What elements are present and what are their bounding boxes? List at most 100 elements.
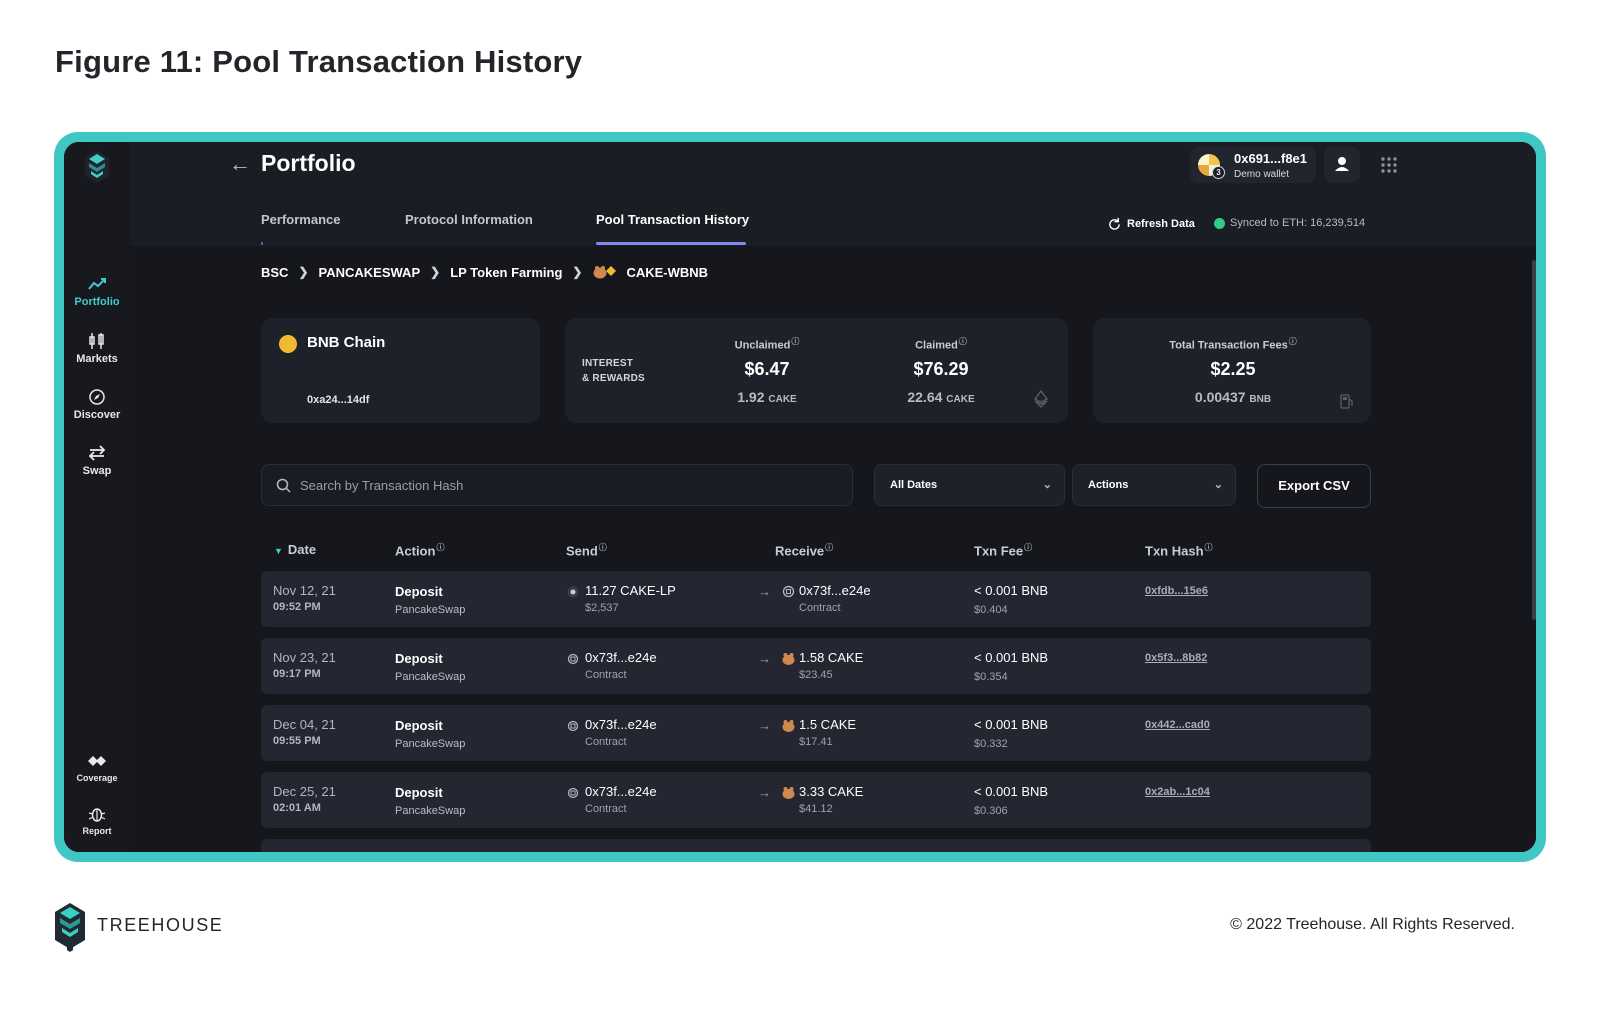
- row-receive-sub: $23.45: [799, 669, 833, 681]
- contract-icon: [567, 720, 579, 732]
- info-icon[interactable]: ⓘ: [1205, 543, 1213, 552]
- treehouse-logo-icon[interactable]: [83, 150, 111, 184]
- tab-performance[interactable]: Performance: [261, 212, 340, 227]
- actions-dropdown[interactable]: Actions ⌄: [1072, 464, 1236, 506]
- row-send: 11.27 CAKE-LP: [585, 583, 676, 598]
- sidebar-item-coverage[interactable]: Coverage: [64, 752, 130, 783]
- column-header-txn-hash[interactable]: Txn Hashⓘ: [1145, 542, 1213, 558]
- info-icon[interactable]: ⓘ: [436, 543, 444, 552]
- row-txn-hash-link[interactable]: 0x5f3...8b82: [1145, 652, 1207, 664]
- refresh-label: Refresh Data: [1127, 217, 1195, 230]
- lp-token-icon: [567, 586, 579, 598]
- sidebar: Portfolio Markets Discover Swap Coverage…: [64, 142, 130, 852]
- chevron-right-icon: ❯: [430, 265, 441, 279]
- column-header-action[interactable]: Actionⓘ: [395, 542, 444, 558]
- breadcrumb: BSC ❯ PANCAKESWAP ❯ LP Token Farming ❯ C…: [261, 264, 708, 280]
- apps-grid-button[interactable]: [1374, 150, 1404, 180]
- scrollbar[interactable]: [1532, 260, 1536, 620]
- breadcrumb-item-lp-token-farming[interactable]: LP Token Farming: [450, 265, 562, 280]
- sidebar-item-markets[interactable]: Markets: [64, 332, 130, 365]
- export-csv-button[interactable]: Export CSV: [1257, 464, 1371, 508]
- table-row-partial[interactable]: [261, 839, 1371, 852]
- row-send: 0x73f...e24e: [585, 717, 657, 732]
- info-icon[interactable]: ⓘ: [959, 337, 967, 346]
- row-send-sub: $2,537: [585, 602, 619, 614]
- info-icon[interactable]: ⓘ: [599, 543, 607, 552]
- app-window: Portfolio Markets Discover Swap Coverage…: [64, 142, 1536, 852]
- claimed-amount: 22.64 CAKE: [907, 389, 975, 405]
- tab-protocol-information[interactable]: Protocol Information: [405, 212, 533, 227]
- back-arrow-icon[interactable]: ←: [229, 151, 251, 177]
- user-profile-button[interactable]: [1324, 147, 1360, 183]
- row-receive: 3.33 CAKE: [799, 784, 864, 799]
- arrow-right-icon: →: [758, 651, 771, 666]
- row-txn-hash-link[interactable]: 0x442...cad0: [1145, 719, 1210, 731]
- dates-dropdown[interactable]: All Dates ⌄: [874, 464, 1065, 506]
- breadcrumb-item-pancakeswap[interactable]: PANCAKESWAP: [319, 265, 421, 280]
- info-icon[interactable]: ⓘ: [825, 543, 833, 552]
- unclaimed-amount: 1.92 CAKE: [737, 389, 797, 405]
- sidebar-item-discover[interactable]: Discover: [64, 388, 130, 421]
- chevron-right-icon: ❯: [298, 265, 309, 279]
- arrow-right-icon: →: [758, 718, 771, 733]
- interest-label: INTEREST: [582, 358, 634, 369]
- chevron-right-icon: ❯: [572, 265, 583, 279]
- cake-icon: [782, 787, 795, 799]
- tab-pool-transaction-history[interactable]: Pool Transaction History: [596, 212, 749, 227]
- breadcrumb-item-bsc[interactable]: BSC: [261, 265, 288, 280]
- search-input[interactable]: [300, 465, 840, 505]
- contract-icon: [567, 653, 579, 665]
- sidebar-item-label: Report: [82, 826, 112, 836]
- row-fee-usd: $0.306: [974, 805, 1008, 817]
- row-txn-hash-link[interactable]: 0x2ab...1c04: [1145, 786, 1210, 798]
- swap-arrows-icon: [88, 445, 106, 461]
- app-frame: Portfolio Markets Discover Swap Coverage…: [54, 132, 1546, 862]
- sidebar-item-swap[interactable]: Swap: [64, 444, 130, 477]
- column-header-send[interactable]: Sendⓘ: [566, 542, 607, 558]
- info-icon[interactable]: ⓘ: [791, 337, 799, 346]
- table-row[interactable]: Dec 25, 21 02:01 AM Deposit PancakeSwap …: [261, 772, 1371, 828]
- column-header-txn-fee[interactable]: Txn Feeⓘ: [974, 542, 1032, 558]
- row-date: Dec 25, 21: [273, 784, 336, 799]
- info-icon[interactable]: ⓘ: [1289, 337, 1297, 346]
- row-fee: < 0.001 BNB: [974, 650, 1049, 665]
- page-title: Portfolio: [261, 150, 356, 176]
- search-box: [261, 464, 853, 506]
- sidebar-item-label: Portfolio: [74, 296, 120, 308]
- total-fees-label: Total Transaction Feesⓘ: [1169, 337, 1297, 352]
- row-action: Deposit: [395, 651, 443, 666]
- chain-card: BNB Chain 0xa24...14df: [261, 318, 540, 423]
- row-date: Nov 23, 21: [273, 650, 336, 665]
- column-header-date[interactable]: ▼ Date: [274, 542, 316, 557]
- total-fees-amount: 0.00437 BNB: [1194, 389, 1272, 405]
- row-send-sub: Contract: [585, 736, 627, 748]
- sidebar-item-label: Discover: [73, 409, 121, 421]
- table-row[interactable]: Nov 23, 21 09:17 PM Deposit PancakeSwap …: [261, 638, 1371, 694]
- main-panel: ← Portfolio 3 0x691...f8e1 Demo wallet P…: [130, 142, 1536, 852]
- row-fee: < 0.001 BNB: [974, 717, 1049, 732]
- transaction-fees-card: Total Transaction Feesⓘ $2.25 0.00437 BN…: [1093, 318, 1371, 423]
- table-row[interactable]: Nov 12, 21 09:52 PM Deposit PancakeSwap …: [261, 571, 1371, 627]
- tab-indicator-left: [261, 242, 263, 245]
- refresh-icon: [1109, 217, 1120, 230]
- row-send: 0x73f...e24e: [585, 784, 657, 799]
- row-txn-hash-link[interactable]: 0xfdb...15e6: [1145, 585, 1208, 597]
- table-row[interactable]: Dec 04, 21 09:55 PM Deposit PancakeSwap …: [261, 705, 1371, 761]
- row-fee-usd: $0.404: [974, 604, 1008, 616]
- sidebar-item-label: Swap: [82, 465, 112, 477]
- row-protocol: PancakeSwap: [395, 738, 466, 750]
- row-protocol: PancakeSwap: [395, 805, 466, 817]
- sidebar-item-report[interactable]: Report: [64, 805, 130, 836]
- row-date: Dec 04, 21: [273, 717, 336, 732]
- cake-wbnb-pair-icon: [593, 266, 617, 279]
- sidebar-item-portfolio[interactable]: Portfolio: [64, 275, 130, 308]
- figure-title: Figure 11: Pool Transaction History: [55, 44, 583, 79]
- trend-chart-icon: [88, 278, 106, 290]
- cake-icon: [782, 720, 795, 732]
- arrow-right-icon: →: [758, 785, 771, 800]
- info-icon[interactable]: ⓘ: [1024, 543, 1032, 552]
- wallet-button[interactable]: 3 0x691...f8e1 Demo wallet: [1190, 147, 1316, 183]
- row-action: Deposit: [395, 718, 443, 733]
- column-header-receive[interactable]: Receiveⓘ: [775, 542, 833, 558]
- refresh-data-button[interactable]: Refresh Data: [1108, 217, 1195, 230]
